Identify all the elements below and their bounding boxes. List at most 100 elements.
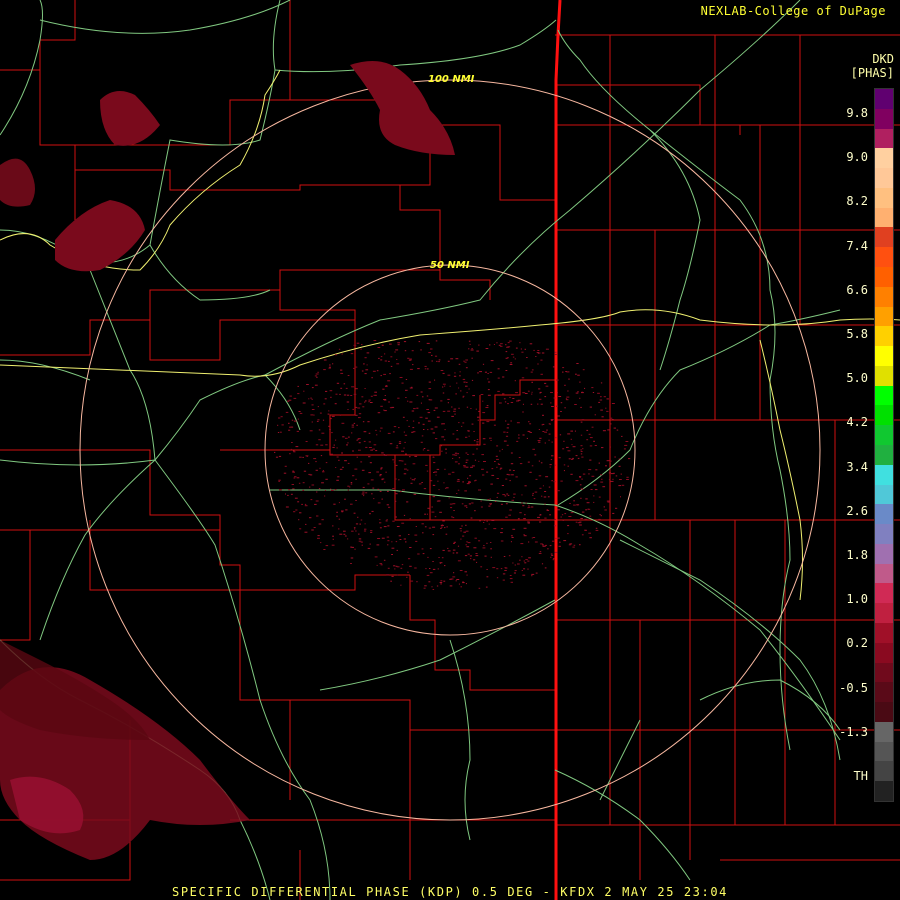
speckle-pixel (601, 447, 604, 449)
speckle-pixel (289, 426, 291, 428)
speckle-pixel (570, 430, 573, 432)
speckle-pixel (452, 517, 455, 519)
speckle-pixel (409, 401, 413, 403)
speckle-pixel (387, 432, 391, 434)
speckle-pixel (464, 361, 467, 363)
speckle-pixel (573, 544, 576, 546)
speckle-pixel (515, 347, 518, 349)
speckle-pixel (464, 505, 468, 507)
speckle-pixel (552, 559, 554, 561)
speckle-pixel (404, 463, 407, 465)
speckle-pixel (470, 517, 473, 519)
speckle-pixel (440, 580, 443, 582)
speckle-pixel (513, 493, 516, 495)
speckle-pixel (319, 467, 321, 469)
speckle-pixel (464, 571, 467, 573)
speckle-pixel (551, 554, 554, 556)
speckle-pixel (424, 368, 427, 370)
speckle-pixel (453, 408, 457, 410)
speckle-pixel (407, 357, 410, 359)
speckle-pixel (426, 395, 429, 397)
speckle-pixel (561, 514, 564, 516)
speckle-pixel (420, 441, 423, 443)
speckle-pixel (380, 468, 382, 470)
speckle-pixel (351, 386, 355, 388)
speckle-pixel (470, 349, 474, 351)
speckle-pixel (601, 416, 604, 418)
speckle-pixel (538, 441, 541, 443)
speckle-pixel (449, 578, 452, 580)
speckle-pixel (318, 439, 321, 441)
speckle-pixel (467, 430, 470, 432)
speckle-pixel (538, 429, 540, 430)
speckle-pixel (319, 412, 322, 414)
speckle-pixel (479, 371, 482, 373)
speckle-pixel (408, 359, 412, 361)
speckle-pixel (544, 567, 547, 569)
speckle-pixel (486, 520, 488, 522)
speckle-pixel (505, 516, 508, 518)
speckle-pixel (515, 476, 518, 478)
speckle-pixel (477, 372, 479, 374)
speckle-pixel (528, 506, 531, 508)
speckle-pixel (500, 528, 504, 530)
speckle-pixel (535, 572, 538, 574)
speckle-pixel (409, 518, 411, 520)
speckle-pixel (562, 519, 564, 521)
speckle-pixel (412, 364, 414, 366)
speckle-pixel (486, 405, 489, 407)
speckle-pixel (449, 385, 451, 387)
speckle-pixel (358, 438, 361, 440)
speckle-pixel (313, 414, 315, 416)
speckle-pixel (328, 425, 330, 427)
speckle-pixel (356, 424, 358, 426)
speckle-pixel (572, 446, 576, 448)
speckle-pixel (466, 541, 468, 543)
color-scale-tick-label: 5.8 (846, 327, 868, 341)
speckle-pixel (361, 544, 363, 546)
speckle-pixel (472, 453, 475, 455)
speckle-pixel (464, 555, 468, 557)
speckle-pixel (474, 459, 477, 461)
speckle-pixel (358, 413, 362, 415)
speckle-pixel (311, 529, 314, 531)
speckle-pixel (442, 410, 446, 412)
speckle-pixel (406, 501, 409, 503)
speckle-pixel (383, 559, 386, 561)
speckle-pixel (504, 570, 507, 571)
speckle-pixel (540, 373, 543, 375)
speckle-pixel (554, 518, 556, 520)
speckle-pixel (603, 506, 605, 508)
speckle-pixel (438, 359, 441, 361)
speckle-pixel (525, 367, 528, 369)
speckle-pixel (471, 423, 474, 425)
speckle-pixel (482, 422, 485, 424)
speckle-pixel (549, 545, 552, 547)
speckle-pixel (398, 427, 400, 429)
speckle-pixel (537, 440, 541, 441)
speckle-pixel (363, 495, 365, 497)
speckle-pixel (387, 544, 389, 546)
speckle-pixel (345, 437, 348, 439)
speckle-pixel (483, 443, 486, 445)
speckle-pixel (368, 441, 371, 443)
speckle-pixel (292, 470, 294, 472)
speckle-pixel (453, 410, 456, 412)
speckle-pixel (375, 450, 378, 452)
speckle-pixel (500, 343, 503, 345)
speckle-pixel (302, 402, 306, 404)
speckle-pixel (379, 430, 381, 432)
speckle-pixel (523, 535, 527, 537)
speckle-pixel (390, 580, 392, 582)
speckle-pixel (426, 409, 429, 410)
speckle-pixel (500, 345, 503, 347)
speckle-pixel (364, 357, 367, 359)
speckle-pixel (598, 401, 601, 403)
speckle-pixel (538, 553, 542, 554)
speckle-pixel (581, 392, 584, 394)
speckle-pixel (379, 522, 382, 524)
speckle-pixel (482, 547, 486, 549)
speckle-pixel (526, 437, 528, 439)
speckle-pixel (401, 450, 404, 452)
speckle-pixel (460, 538, 462, 540)
